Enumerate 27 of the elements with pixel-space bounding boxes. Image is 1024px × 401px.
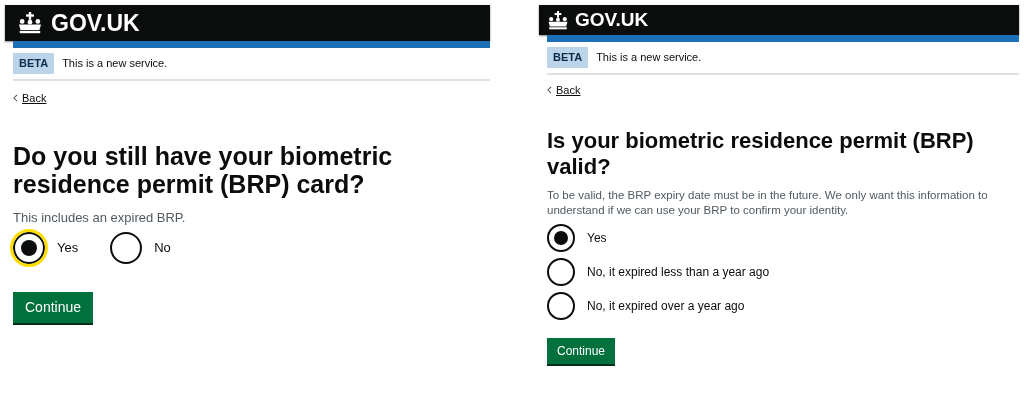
phase-tag: BETA (13, 53, 55, 74)
radio-label: No, it expired over a year ago (587, 298, 745, 315)
question-heading: Do you still have your biometric residence permit (BRP) card? (13, 142, 394, 198)
crown-icon (17, 12, 43, 34)
hint-text: This includes an expired BRP. (13, 209, 187, 227)
radio-label: No, it expired less than a year ago (587, 264, 770, 281)
radio-button[interactable] (110, 231, 143, 264)
radio-label: No (154, 238, 171, 257)
phase-tag: BETA (547, 47, 589, 68)
radio-label: Yes (57, 238, 79, 257)
back-link[interactable]: Back (22, 89, 47, 106)
logo-text[interactable]: GOV.UK (575, 5, 649, 35)
phase-text: This is a new service. (62, 56, 168, 71)
radio-button[interactable] (547, 258, 575, 286)
radio-button[interactable] (547, 224, 575, 252)
chevron-icon (547, 85, 552, 94)
continue-button[interactable]: Continue (547, 338, 616, 364)
chevron-icon (13, 93, 18, 102)
question-heading: Is your biometric residence permit (BRP) valid? (547, 128, 975, 180)
radio-button[interactable] (547, 292, 575, 320)
continue-button[interactable]: Continue (13, 291, 94, 323)
logo-text[interactable]: GOV.UK (51, 5, 140, 41)
back-link[interactable]: Back (556, 81, 581, 98)
radio-label: Yes (587, 230, 607, 247)
hint-text: To be valid, the BRP expiry date must be in the future. We only want this information to understand if we can use your BRP to confirm your identity. (547, 188, 989, 218)
crown-icon (547, 10, 569, 30)
phase-text: This is a new service. (596, 50, 702, 65)
